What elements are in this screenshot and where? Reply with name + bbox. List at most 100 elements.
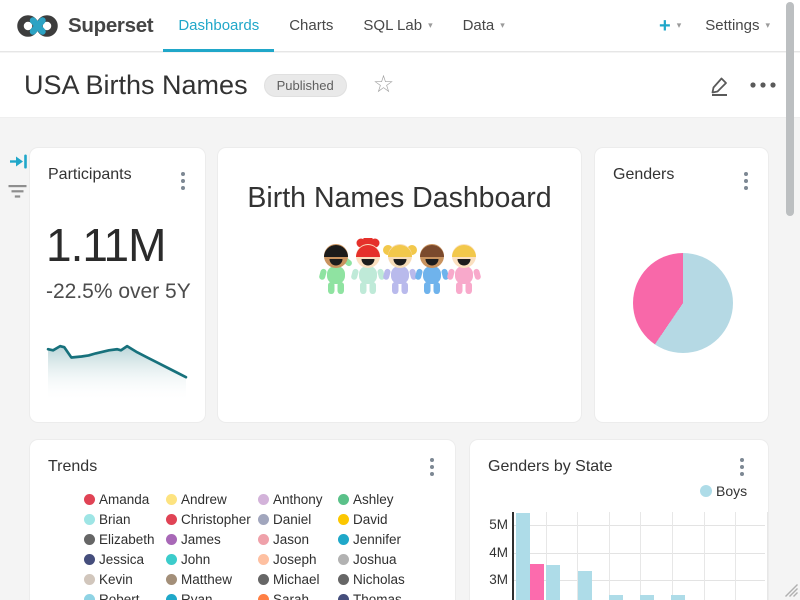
y-tick-3M: 3M bbox=[482, 572, 508, 588]
card-participants: Participants 1.11M -22.5% over 5Y bbox=[30, 148, 205, 422]
bar-2[interactable] bbox=[530, 564, 544, 600]
bar-3[interactable] bbox=[546, 565, 560, 600]
legend-item-thomas[interactable]: Thomas bbox=[338, 589, 424, 600]
legend-item-ashley[interactable]: Ashley bbox=[338, 489, 424, 509]
expand-filter-bar-icon[interactable] bbox=[9, 153, 28, 170]
legend-label: James bbox=[181, 532, 221, 547]
legend-label: Kevin bbox=[99, 572, 133, 587]
legend-item-elizabeth[interactable]: Elizabeth bbox=[84, 529, 166, 549]
edit-pencil-icon[interactable] bbox=[709, 75, 730, 96]
legend-label: Amanda bbox=[99, 492, 149, 507]
filter-list-icon[interactable] bbox=[8, 184, 27, 199]
legend-item-joseph[interactable]: Joseph bbox=[258, 549, 338, 569]
legend-color-dot bbox=[166, 514, 177, 525]
legend-item-brian[interactable]: Brian bbox=[84, 509, 166, 529]
kebab-menu-icon[interactable] bbox=[181, 172, 185, 190]
card-birth-names-dashboard: Birth Names Dashboard bbox=[218, 148, 581, 422]
legend-item-david[interactable]: David bbox=[338, 509, 424, 529]
legend-item-ryan[interactable]: Ryan bbox=[166, 589, 258, 600]
favorite-star-icon[interactable]: ☆ bbox=[373, 73, 395, 97]
legend-color-dot bbox=[84, 514, 95, 525]
legend-item-jennifer[interactable]: Jennifer bbox=[338, 529, 424, 549]
legend-item-anthony[interactable]: Anthony bbox=[258, 489, 338, 509]
legend-label: Boys bbox=[716, 483, 747, 499]
kebab-menu-icon[interactable] bbox=[740, 458, 744, 476]
legend-item-john[interactable]: John bbox=[166, 549, 258, 569]
legend-item-nicholas[interactable]: Nicholas bbox=[338, 569, 424, 589]
bar-7[interactable] bbox=[671, 595, 685, 600]
plus-icon: + bbox=[659, 16, 671, 36]
legend-label: Joseph bbox=[273, 552, 317, 567]
legend-item-daniel[interactable]: Daniel bbox=[258, 509, 338, 529]
card-title: Participants bbox=[48, 166, 132, 184]
scrollbar-thumb[interactable] bbox=[786, 2, 794, 216]
legend-color-dot bbox=[166, 554, 177, 565]
y-tick-4M: 4M bbox=[482, 545, 508, 561]
legend-label: Elizabeth bbox=[99, 532, 155, 547]
card-title: Genders bbox=[613, 166, 674, 184]
legend-label: Jason bbox=[273, 532, 309, 547]
legend-item-christopher[interactable]: Christopher bbox=[166, 509, 258, 529]
big-number-subheader: -22.5% over 5Y bbox=[46, 280, 191, 304]
settings-menu[interactable]: Settings ▾ bbox=[693, 0, 782, 51]
legend-color-dot bbox=[700, 485, 712, 497]
superset-logo-icon bbox=[16, 11, 62, 41]
chevron-down-icon: ▾ bbox=[677, 20, 682, 31]
nav-item-data[interactable]: Data ▾ bbox=[448, 0, 520, 51]
bar-6[interactable] bbox=[640, 595, 654, 600]
nav-item-label: Data bbox=[463, 17, 495, 34]
legend-label: Sarah bbox=[273, 592, 309, 600]
legend-label: Nicholas bbox=[353, 572, 405, 587]
legend-item-kevin[interactable]: Kevin bbox=[84, 569, 166, 589]
top-nav: Superset DashboardsChartsSQL Lab▾Data▾ +… bbox=[0, 0, 800, 52]
legend-label: Jennifer bbox=[353, 532, 401, 547]
brand[interactable]: Superset bbox=[0, 0, 153, 51]
legend-item-robert[interactable]: Robert bbox=[84, 589, 166, 600]
nav-item-label: Charts bbox=[289, 17, 333, 34]
nav-item-label: SQL Lab bbox=[363, 17, 422, 34]
legend-item-jessica[interactable]: Jessica bbox=[84, 549, 166, 569]
legend-item-joshua[interactable]: Joshua bbox=[338, 549, 424, 569]
legend-label: Joshua bbox=[353, 552, 397, 567]
legend-item-michael[interactable]: Michael bbox=[258, 569, 338, 589]
legend-label: Thomas bbox=[353, 592, 402, 600]
legend-item-andrew[interactable]: Andrew bbox=[166, 489, 258, 509]
card-trends: Trends AmandaAndrewAnthonyAshleyBrianChr… bbox=[30, 440, 455, 600]
nav-item-dashboards[interactable]: Dashboards bbox=[163, 0, 274, 51]
legend-label: Christopher bbox=[181, 512, 251, 527]
legend-item-amanda[interactable]: Amanda bbox=[84, 489, 166, 509]
v-gridline bbox=[672, 512, 673, 600]
v-gridline bbox=[609, 512, 610, 600]
genders-by-state-bar-chart[interactable] bbox=[512, 512, 765, 600]
bar-1[interactable] bbox=[516, 513, 530, 600]
new-item-button[interactable]: + ▾ bbox=[647, 0, 693, 51]
legend-color-dot bbox=[84, 534, 95, 545]
legend-color-dot bbox=[258, 494, 269, 505]
published-badge[interactable]: Published bbox=[264, 74, 347, 97]
superset-dashboard-page: Superset DashboardsChartsSQL Lab▾Data▾ +… bbox=[0, 0, 800, 600]
more-ellipsis-icon[interactable] bbox=[750, 82, 776, 88]
genders-pie-chart[interactable] bbox=[633, 253, 733, 353]
bar-4[interactable] bbox=[578, 571, 592, 600]
big-number-value: 1.11M bbox=[46, 218, 165, 272]
legend-item-james[interactable]: James bbox=[166, 529, 258, 549]
nav-item-charts[interactable]: Charts bbox=[274, 0, 348, 51]
legend-item-sarah[interactable]: Sarah bbox=[258, 589, 338, 600]
chevron-down-icon: ▾ bbox=[500, 20, 505, 31]
legend-item-jason[interactable]: Jason bbox=[258, 529, 338, 549]
legend-item-matthew[interactable]: Matthew bbox=[166, 569, 258, 589]
kebab-menu-icon[interactable] bbox=[744, 172, 748, 190]
legend-color-dot bbox=[84, 494, 95, 505]
legend-color-dot bbox=[258, 594, 269, 600]
legend-item-boys[interactable]: Boys bbox=[700, 483, 747, 499]
nav-item-sql-lab[interactable]: SQL Lab▾ bbox=[348, 0, 447, 51]
child-emoji-girl-red-hair-mint bbox=[351, 238, 385, 295]
bar-5[interactable] bbox=[609, 595, 623, 600]
child-emoji-girl-blonde-pigtails bbox=[383, 238, 417, 295]
nav-right: + ▾ Settings ▾ bbox=[647, 0, 800, 51]
legend-label: Ryan bbox=[181, 592, 213, 600]
legend-color-dot bbox=[166, 574, 177, 585]
kebab-menu-icon[interactable] bbox=[430, 458, 434, 476]
resize-handle-icon[interactable] bbox=[785, 584, 798, 597]
card-title: Genders by State bbox=[488, 458, 613, 476]
